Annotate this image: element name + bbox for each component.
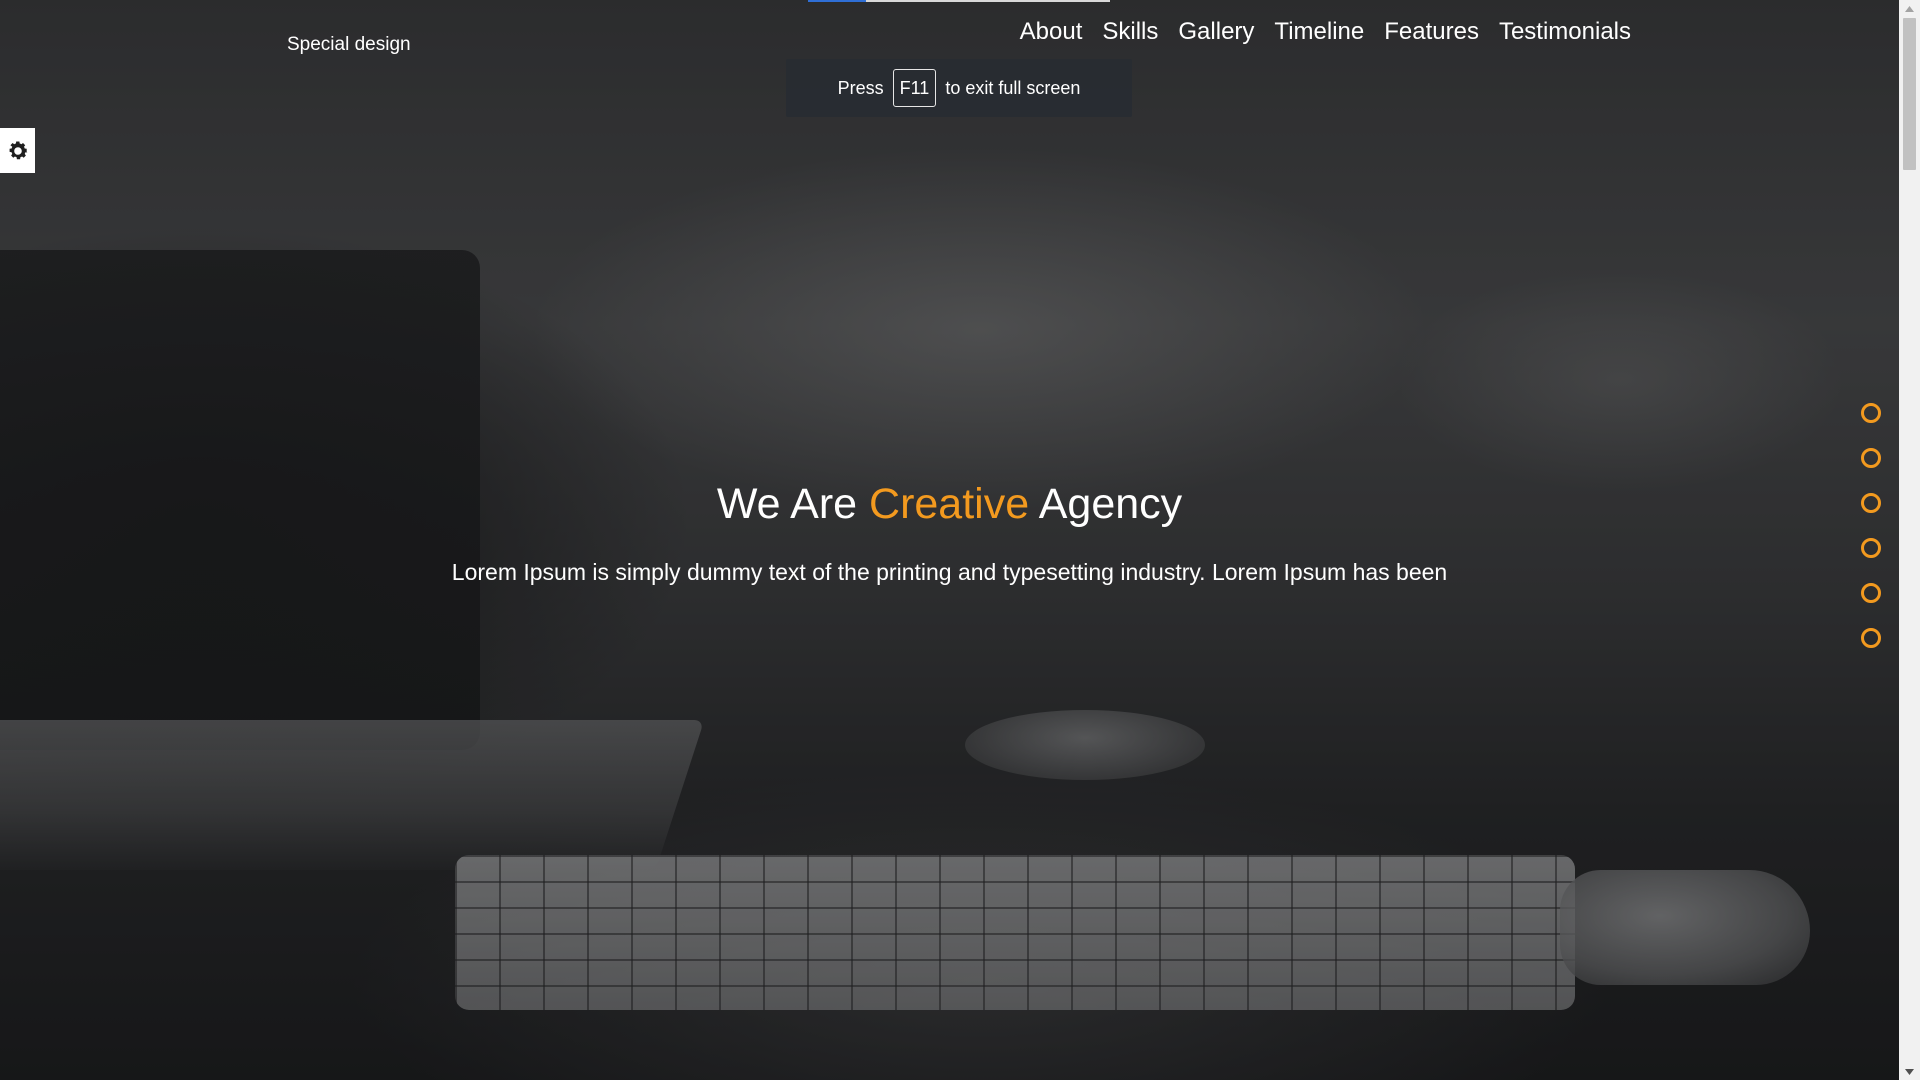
nav-link-features[interactable]: Features	[1384, 18, 1479, 46]
site-logo[interactable]: Special design	[287, 34, 411, 56]
fullscreen-notice-before: Press	[837, 77, 884, 98]
scroll-up-arrow[interactable]	[1899, 0, 1920, 17]
vertical-scrollbar[interactable]	[1899, 0, 1920, 1080]
section-bullet-timeline[interactable]	[1861, 538, 1881, 558]
hero-title-accent: Creative	[869, 480, 1030, 528]
chevron-up-icon	[1905, 5, 1914, 12]
main-nav: About Skills Gallery Timeline Features T…	[1020, 18, 1631, 46]
hero-title: We Are Creative Agency	[0, 480, 1899, 529]
fullscreen-notice-key: F11	[892, 69, 937, 107]
fullscreen-notice-after: to exit full screen	[945, 77, 1081, 98]
nav-link-about[interactable]: About	[1020, 18, 1083, 46]
section-bullet-about[interactable]	[1861, 403, 1881, 423]
nav-link-testimonials[interactable]: Testimonials	[1499, 18, 1631, 46]
nav-link-gallery[interactable]: Gallery	[1178, 18, 1254, 46]
settings-toggle-button[interactable]	[0, 128, 35, 173]
section-bullet-testimonials[interactable]	[1861, 628, 1881, 648]
nav-link-skills[interactable]: Skills	[1102, 18, 1158, 46]
section-bullets	[1861, 403, 1881, 648]
nav-link-timeline[interactable]: Timeline	[1274, 18, 1364, 46]
page: Special design About Skills Gallery Time…	[0, 0, 1920, 1080]
chevron-down-icon	[1905, 1068, 1914, 1075]
hero-overlay	[0, 0, 1899, 1080]
scroll-down-arrow[interactable]	[1899, 1063, 1920, 1080]
scrollbar-thumb[interactable]	[1903, 18, 1916, 170]
top-progress-bar	[808, 0, 1110, 2]
hero-title-end: Agency	[1038, 480, 1183, 528]
hero-title-start: We Are	[716, 480, 858, 528]
gear-icon	[9, 141, 27, 159]
fullscreen-notice: Press F11 to exit full screen	[786, 59, 1132, 117]
top-progress-fill	[808, 0, 866, 2]
hero-text: Lorem Ipsum is simply dummy text of the …	[451, 559, 1448, 585]
section-bullet-gallery[interactable]	[1861, 493, 1881, 513]
section-bullet-skills[interactable]	[1861, 448, 1881, 468]
section-bullet-features[interactable]	[1861, 583, 1881, 603]
